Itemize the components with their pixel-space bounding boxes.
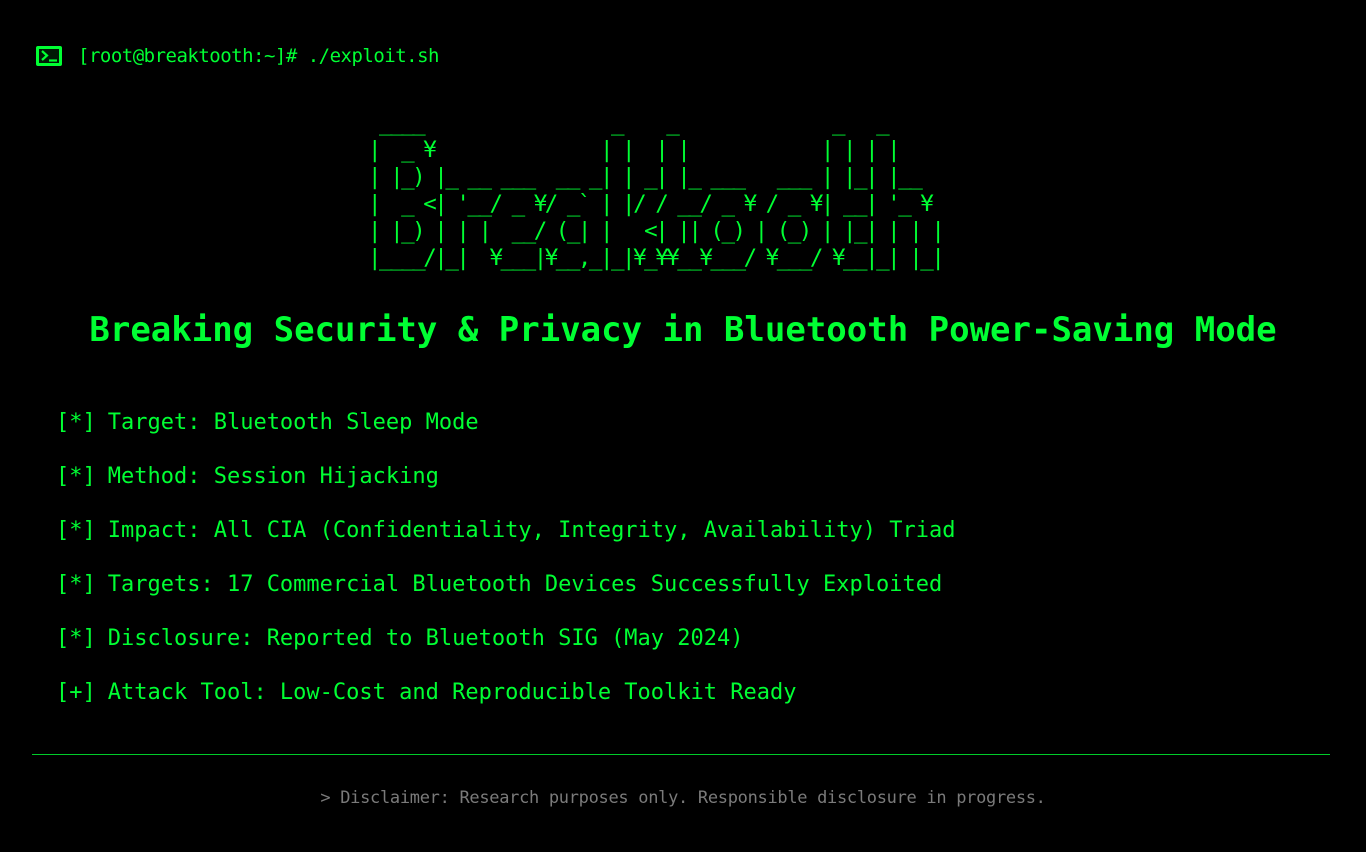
item-text: Disclosure: Reported to Bluetooth SIG (M… (107, 626, 744, 651)
item-text: Target: Bluetooth Sleep Mode (107, 410, 479, 435)
item-marker: [+] (56, 680, 96, 705)
item-text: Method: Session Hijacking (107, 464, 439, 489)
list-item: [*] Method: Session Hijacking (56, 460, 955, 514)
ascii-banner: ____ _ _ _ _ | _ ¥ | | | | | | | | | |_)… (368, 110, 945, 272)
banner-line: ____ _ _ _ _ (368, 110, 890, 136)
divider (32, 754, 1330, 755)
list-item: [*] Disclosure: Reported to Bluetooth SIG… (56, 622, 955, 676)
banner-line: | _ <| '__/ _ ¥/ _` | |/ / __/ _ ¥ / _ ¥… (368, 191, 934, 217)
disclaimer: > Disclaimer: Research purposes only. Re… (320, 788, 1046, 808)
prompt-command: [root@breaktooth:~]# ./exploit.sh (78, 45, 440, 67)
list-item: [*] Target: Bluetooth Sleep Mode (56, 406, 955, 460)
page-title: Breaking Security & Privacy in Bluetooth… (89, 310, 1277, 350)
item-text: Targets: 17 Commercial Bluetooth Devices… (107, 572, 943, 597)
status-list: [*] Target: Bluetooth Sleep Mode [*] Metho… (56, 406, 955, 730)
terminal-prompt: [root@breaktooth:~]# ./exploit.sh (36, 45, 440, 67)
item-text: Impact: All CIA (Confidentiality, Integr… (107, 518, 956, 543)
terminal-icon (36, 46, 62, 66)
list-item: [*] Impact: All CIA (Confidentiality, Int… (56, 514, 955, 568)
banner-line: | |_) | | | __/ (_| | <| || (_) | (_) | … (368, 218, 945, 244)
list-item: [+] Attack Tool: Low-Cost and Reproducibl… (56, 676, 955, 730)
item-marker: [*] (56, 572, 96, 597)
item-marker: [*] (56, 410, 96, 435)
list-item: [*] Targets: 17 Commercial Bluetooth Devi… (56, 568, 955, 622)
banner-line: | _ ¥ | | | | | | | | (368, 137, 901, 163)
item-marker: [*] (56, 464, 96, 489)
item-marker: [*] (56, 518, 96, 543)
banner-line: | |_) |_ __ ___ __ _| | _| |_ ___ ___ | … (368, 164, 923, 190)
item-marker: [*] (56, 626, 96, 651)
item-text: Attack Tool: Low-Cost and Reproducible T… (107, 680, 797, 705)
banner-line: |____/|_| ¥___|¥__,_|_|¥_¥¥__¥___/ ¥___/… (368, 245, 945, 271)
